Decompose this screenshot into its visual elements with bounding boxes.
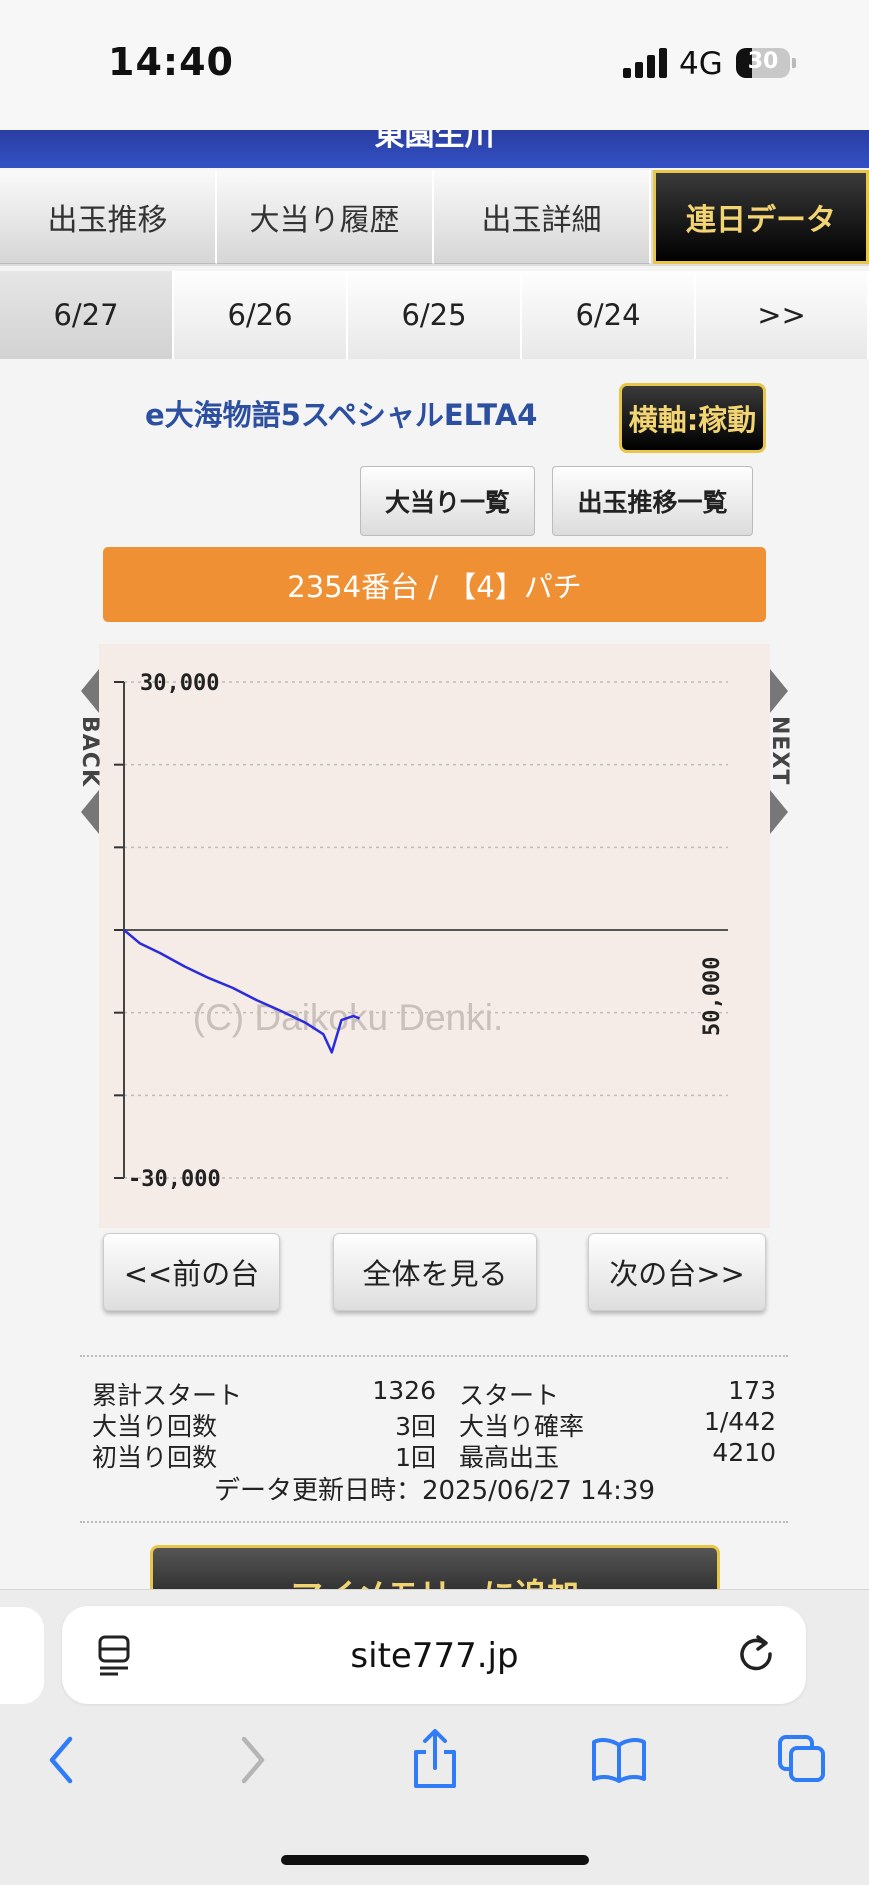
tab-daily-data[interactable]: 連日データ [653,170,869,264]
view-all-button[interactable]: 全体を見る [333,1233,537,1311]
max-payout-value: 4210 [712,1438,776,1467]
tab-payout-trend[interactable]: 出玉推移 [0,170,217,264]
battery-icon: 30 [736,48,790,78]
date-tab-0624[interactable]: 6/24 [522,271,696,359]
machine-model-name: e大海物語5スペシャルELTA4 [145,398,538,432]
data-updated-timestamp: データ更新日時：2025/06/27 14:39 [213,1476,656,1506]
date-tab-0626[interactable]: 6/26 [174,271,348,359]
next-machine-button[interactable]: 次の台>> [588,1233,766,1311]
share-icon[interactable] [410,1728,460,1790]
tab-jackpot-history[interactable]: 大当り履歴 [217,170,434,264]
back-chevron-icon[interactable] [42,1735,82,1785]
stats-divider-bottom [80,1521,788,1523]
next-arrow-top-icon[interactable] [770,669,788,713]
first-hit-count-value: 1回 [395,1443,436,1472]
next-label[interactable]: NEXT [767,716,792,785]
machine-number-banner: 2354番台 / 【4】パチ [103,547,766,622]
back-label[interactable]: BACK [77,716,102,787]
stats-divider-top [80,1355,788,1357]
horizontal-axis-toggle-button[interactable]: 横軸:稼動 [619,383,766,453]
reload-icon[interactable] [736,1634,778,1676]
previous-machine-button[interactable]: <<前の台 [103,1233,280,1311]
first-hit-count-label: 初当り回数 [92,1443,218,1472]
site-title: 東園生川 [374,130,495,153]
back-arrow-top-icon[interactable] [81,669,99,713]
back-arrow-bottom-icon[interactable] [81,790,99,834]
tab-payout-detail[interactable]: 出玉詳細 [434,170,651,264]
add-to-my-memory-button[interactable]: マイメモリーに追加 [150,1545,720,1590]
payout-chart-panel [99,644,770,1228]
date-tab-0627[interactable]: 6/27 [0,271,174,359]
max-payout-label: 最高出玉 [459,1443,560,1472]
forward-chevron-icon[interactable] [232,1735,272,1785]
add-to-my-memory-label: マイメモリーに追加 [153,1570,717,1590]
network-type: 4G [679,46,723,82]
date-tab-more[interactable]: >> [696,271,869,359]
site-header: 東園生川 [0,130,869,168]
jackpot-list-button[interactable]: 大当り一覧 [360,466,535,536]
status-bar: 14:40 4G 30 [0,0,869,130]
bookmarks-icon[interactable] [590,1735,648,1783]
date-selector: 6/27 6/26 6/25 6/24 >> [0,271,869,359]
start-value: 173 [728,1376,776,1405]
payout-list-button[interactable]: 出玉推移一覧 [552,466,753,536]
cumulative-start-value: 1326 [372,1376,436,1405]
jackpot-probability-value: 1/442 [703,1407,776,1436]
cellular-signal-icon [623,48,667,78]
next-arrow-bottom-icon[interactable] [770,790,788,834]
home-indicator [281,1855,589,1865]
date-tab-0625[interactable]: 6/25 [348,271,522,359]
tab-bar: 出玉推移 大当り履歴 出玉詳細 連日データ [0,170,869,266]
tabs-overview-icon[interactable] [776,1733,828,1785]
status-time: 14:40 [108,40,234,84]
battery-level: 30 [747,49,779,74]
